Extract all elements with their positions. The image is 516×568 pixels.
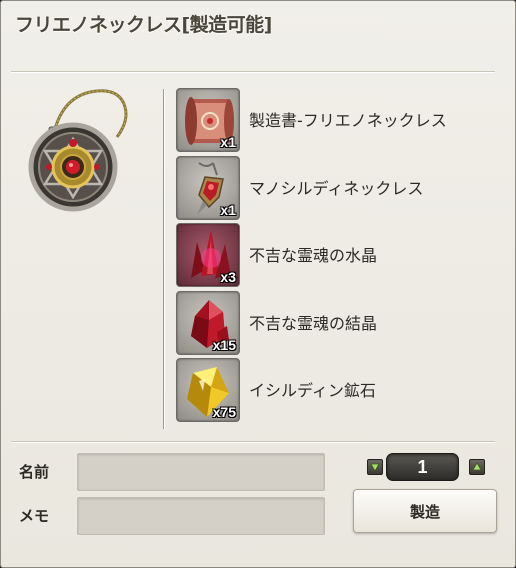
material-qty: x1 (220, 201, 236, 218)
material-qty: x75 (212, 404, 236, 420)
quantity-display[interactable]: 1 (386, 453, 459, 481)
material-item[interactable]: x15 不吉な霊魂の結晶 (175, 288, 495, 356)
quantity-increase-button[interactable] (469, 459, 485, 475)
material-item[interactable]: x1 製造書-フリエノネックレス (175, 85, 495, 153)
triangle-up-icon (472, 462, 482, 471)
material-qty: x3 (220, 269, 236, 285)
memo-label: メモ (19, 507, 50, 525)
name-input[interactable] (77, 453, 325, 491)
material-name: 不吉な霊魂の結晶 (249, 313, 378, 333)
window-title: フリエノネックレス[製造可能] (15, 14, 272, 36)
quantity-decrease-button[interactable] (367, 459, 383, 475)
product-image (25, 89, 145, 214)
material-icon-frame: x75 (176, 358, 240, 422)
material-icon-frame: x15 (176, 290, 240, 355)
material-qty: x15 (212, 336, 236, 353)
material-item[interactable]: x1 マノシルディネックレス (175, 153, 495, 221)
material-name: 不吉な霊魂の水晶 (249, 246, 378, 265)
material-icon-frame: x1 (176, 88, 240, 152)
name-label: 名前 (19, 463, 50, 481)
material-icon-frame: x1 (176, 155, 240, 220)
crafting-window: フリエノネックレス[製造可能] x1 製造書-フリエノネックレス x1 マノシル… (0, 0, 516, 568)
material-item[interactable]: x3 不吉な霊魂の水晶 (175, 220, 495, 288)
material-icon-frame: x3 (176, 223, 240, 287)
divider-bottom (11, 441, 495, 443)
material-name: マノシルディネックレス (249, 178, 424, 198)
memo-input[interactable] (77, 497, 325, 535)
material-qty: x1 (220, 134, 236, 150)
material-name: 製造書-フリエノネックレス (249, 111, 447, 130)
material-list: x1 製造書-フリエノネックレス x1 マノシルディネックレス x3 不吉な霊魂… (175, 85, 495, 423)
material-name: イシルディン鉱石 (249, 381, 376, 400)
material-item[interactable]: x75 イシルディン鉱石 (175, 355, 495, 423)
craft-button[interactable]: 製造 (353, 489, 497, 533)
divider-top (11, 71, 495, 73)
triangle-down-icon (370, 463, 380, 472)
pendant-necklace-icon (28, 89, 128, 212)
divider-vertical (163, 89, 165, 429)
